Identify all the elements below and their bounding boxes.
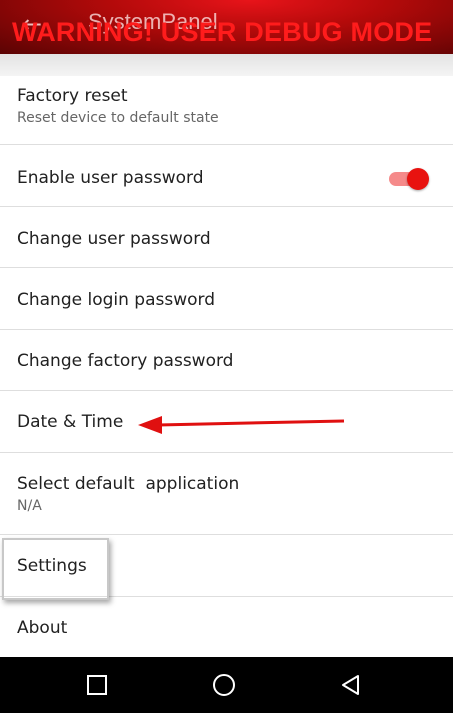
settings-item-change-login-password[interactable]: Change login password: [0, 268, 453, 330]
debug-warning-banner: WARNING! USER DEBUG MODE: [12, 17, 433, 47]
settings-item-label: Change user password: [17, 229, 211, 249]
settings-item-label: Date & Time: [17, 412, 124, 432]
app-toolbar: ← SystemPanel WARNING! USER DEBUG MODE: [0, 0, 453, 54]
toggle-thumb: [407, 168, 429, 190]
system-navigation-bar: [0, 657, 453, 713]
settings-item-label: Change login password: [17, 290, 216, 310]
settings-item-enable-user-password[interactable]: Enable user password: [0, 145, 453, 207]
circle-icon[interactable]: [206, 667, 242, 703]
user-password-toggle[interactable]: [389, 168, 429, 190]
settings-item-label: Change factory password: [17, 351, 234, 371]
settings-item-subtitle: Reset device to default state: [17, 110, 219, 126]
settings-item-factory-reset[interactable]: Factory reset Reset device to default st…: [0, 76, 453, 145]
settings-item-select-default-application[interactable]: Select default application N/A: [0, 453, 453, 535]
settings-item-label: Select default application: [17, 474, 240, 494]
settings-item-change-user-password[interactable]: Change user password: [0, 207, 453, 268]
triangle-back-icon[interactable]: [333, 667, 369, 703]
settings-item-subtitle: N/A: [17, 498, 42, 514]
settings-item-label: Factory reset: [17, 86, 128, 106]
list-header-spacer: [0, 54, 453, 76]
settings-item-label: Enable user password: [17, 168, 204, 188]
settings-item-about[interactable]: About: [0, 597, 453, 657]
settings-highlight-box: [2, 538, 109, 600]
settings-item-change-factory-password[interactable]: Change factory password: [0, 330, 453, 391]
square-icon[interactable]: [79, 667, 115, 703]
settings-item-label: About: [17, 618, 68, 638]
red-arrow-annotation: [138, 416, 345, 434]
